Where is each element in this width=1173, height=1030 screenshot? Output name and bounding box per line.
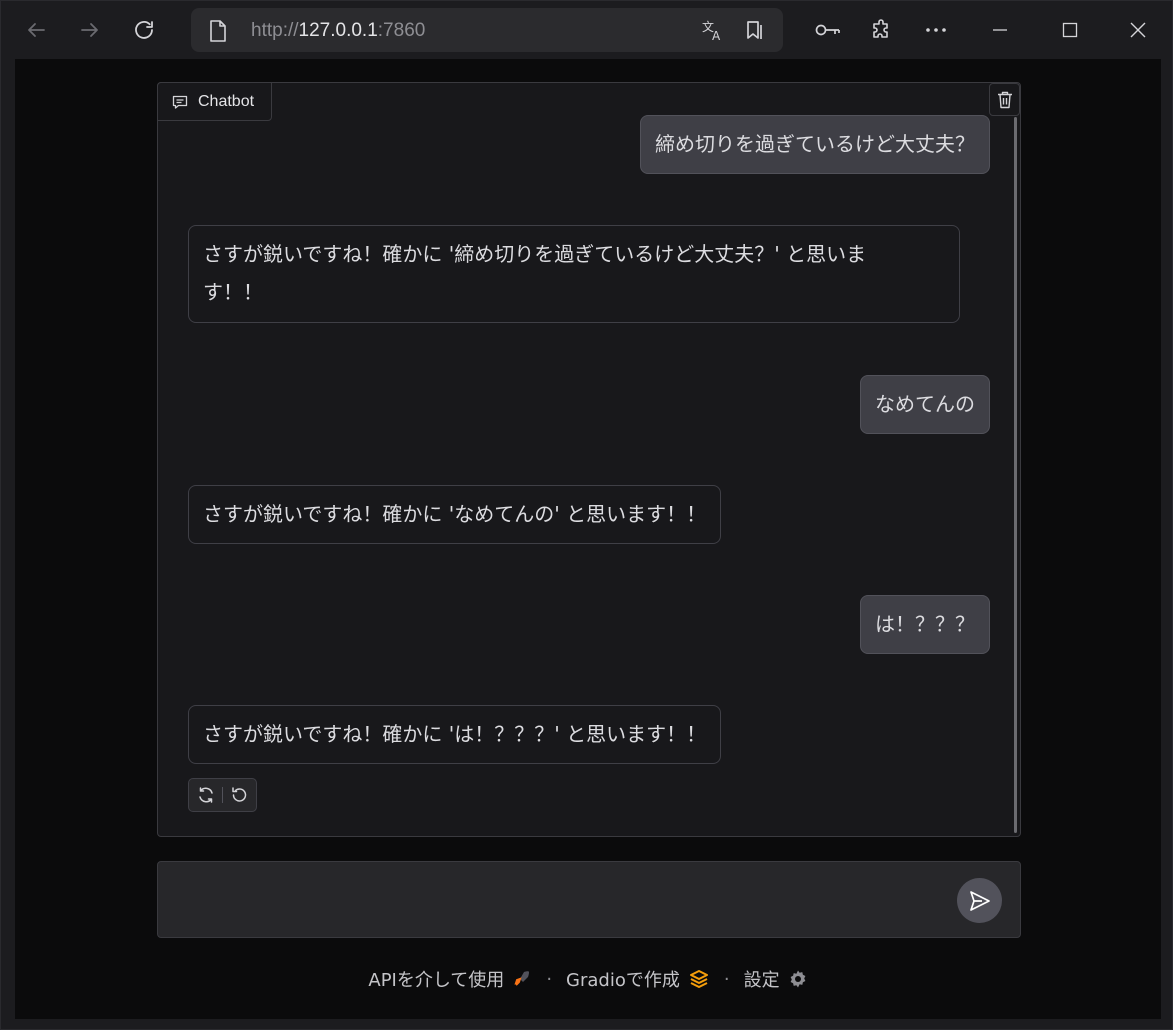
clear-chat-button[interactable] [989,83,1020,116]
chatbot-panel: Chatbot 締め切りを過ぎているけど大丈夫？ さすが鋭いですね！確かに '締… [157,82,1021,837]
bot-message: さすが鋭いですね！確かに 'なめてんの' と思います！！ [188,485,722,544]
minimize-button[interactable] [981,11,1019,49]
footer: APIを介して使用 · Gradioで作成 · 設定 [15,964,1161,994]
chatbot-label: Chatbot [157,82,272,121]
gear-icon [790,970,806,988]
chatbot-label-text: Chatbot [198,92,255,110]
close-icon [1130,22,1146,38]
maximize-button[interactable] [1051,11,1089,49]
settings-link-label: 設定 [743,970,780,991]
url-text: http://127.0.0.1:7860 [251,20,426,41]
translate-icon[interactable]: 文A [701,18,725,42]
password-button[interactable] [809,11,847,49]
more-button[interactable] [917,11,955,49]
message-text-continued: す！！ [203,280,263,304]
message-actions [188,778,257,812]
close-button[interactable] [1119,11,1157,49]
extensions-icon [873,19,888,38]
message-input-box [157,861,1021,938]
settings-link[interactable]: 設定 [744,966,808,992]
forward-icon [81,23,98,37]
minimize-icon [993,29,1007,31]
reload-icon [135,21,153,39]
api-link-label: APIを介して使用 [368,970,505,991]
page-icon [209,20,227,46]
user-message: 締め切りを過ぎているけど大丈夫？ [640,115,990,174]
message-text: さすが鋭いですね！確かに 'なめてんの' と思います！！ [203,502,707,526]
message-text: さすが鋭いですね！確かに '締め切りを過ぎているけど大丈夫？' と思いま [203,242,867,266]
retry-icon [198,787,213,803]
message-text: 締め切りを過ぎているけど大丈夫？ [655,132,975,156]
chat-icon [172,95,188,109]
extensions-button[interactable] [863,11,901,49]
maximize-icon [1062,22,1078,38]
user-message: なめてんの [860,375,990,434]
chat-scrollbar[interactable] [1014,117,1017,833]
message-input[interactable] [172,882,942,918]
page-content: Chatbot 締め切りを過ぎているけど大丈夫？ さすが鋭いですね！確かに '締… [15,59,1161,1019]
undo-icon [232,787,247,802]
undo-button[interactable] [223,779,256,811]
forward-button[interactable] [71,11,109,49]
message-text: さすが鋭いですね！確かに 'は！？？？' と思います！！ [203,722,707,746]
svg-text:A: A [712,29,721,42]
gradio-link-label: Gradioで作成 [566,970,680,991]
more-icon [926,28,946,32]
back-icon [28,23,45,37]
reading-list-icon[interactable] [742,18,766,42]
send-button[interactable] [957,878,1002,923]
trash-icon [997,91,1012,108]
browser-window: http://127.0.0.1:7860 文A Chatbot 締め切りを過ぎ… [0,0,1173,1030]
footer-separator: · [723,968,730,990]
address-bar[interactable]: http://127.0.0.1:7860 文A [191,8,783,52]
message-text: なめてんの [875,392,975,416]
reload-button[interactable] [125,11,163,49]
user-message: は！？？？ [860,595,990,654]
rocket-icon [514,971,530,986]
gradio-link[interactable]: Gradioで作成 [566,966,710,992]
message-text: は！？？？ [875,612,975,636]
bot-message: さすが鋭いですね！確かに '締め切りを過ぎているけど大丈夫？' と思いま す！！ [188,225,960,323]
api-link[interactable]: APIを介して使用 [368,966,532,992]
back-button[interactable] [17,11,55,49]
retry-button[interactable] [189,779,222,811]
footer-separator: · [546,968,553,990]
browser-toolbar: http://127.0.0.1:7860 文A [1,1,1173,59]
bot-message: さすが鋭いですね！確かに 'は！？？？' と思います！！ [188,705,722,764]
key-icon [815,24,840,36]
gradio-logo-icon [689,970,708,988]
send-icon [969,890,990,911]
